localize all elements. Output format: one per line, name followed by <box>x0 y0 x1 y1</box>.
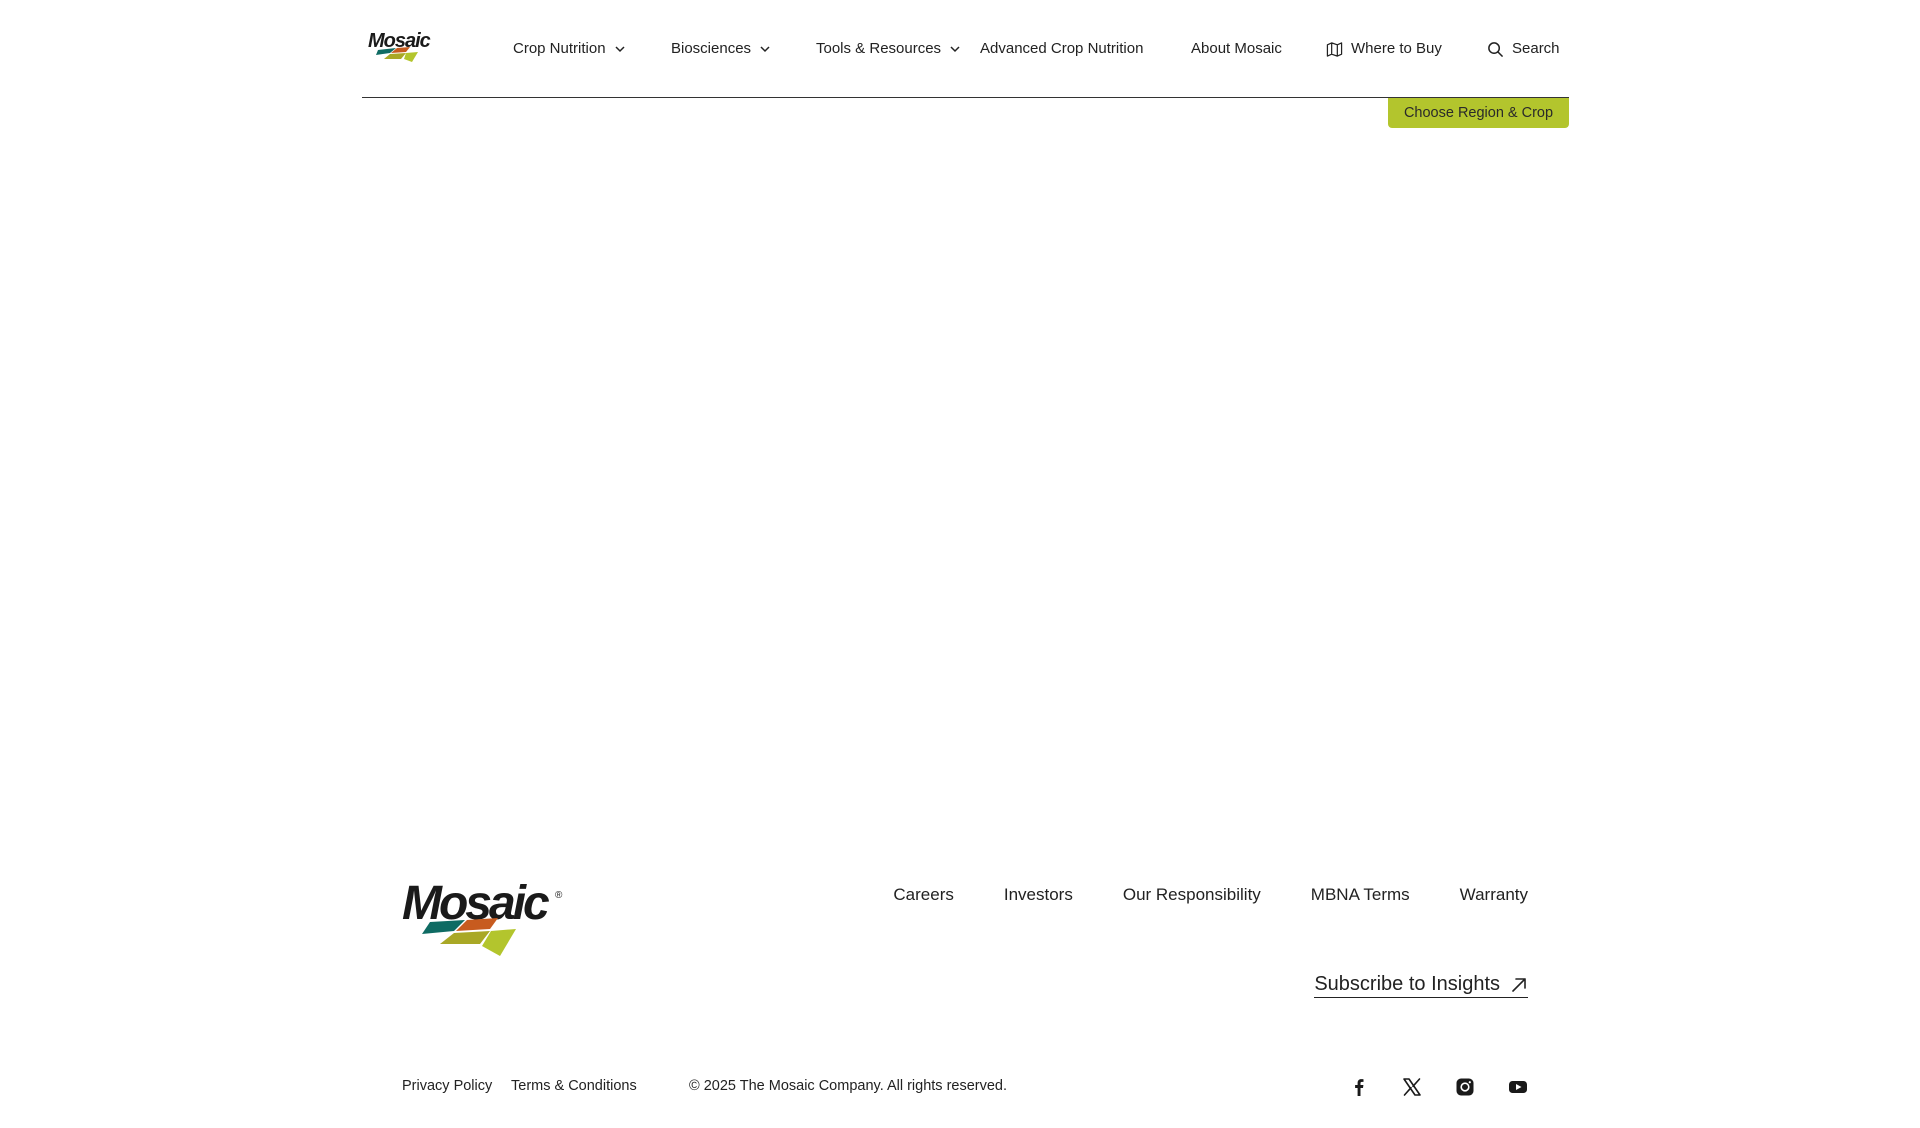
nav-search-label: Search <box>1512 40 1560 57</box>
main-nav: Crop Nutrition Biosciences Tools & Resou… <box>362 38 1569 60</box>
youtube-icon[interactable] <box>1508 1077 1528 1097</box>
registered-mark: ® <box>555 890 563 901</box>
nav-search[interactable]: Search <box>1487 38 1560 60</box>
nav-biosciences[interactable]: Biosciences <box>671 38 771 60</box>
subscribe-label: Subscribe to Insights <box>1314 973 1500 995</box>
nav-tools-resources-label: Tools & Resources <box>816 40 942 57</box>
choose-region-crop-button[interactable]: Choose Region & Crop <box>1388 98 1569 128</box>
nav-where-to-buy-label: Where to Buy <box>1351 40 1442 57</box>
nav-crop-nutrition-label: Crop Nutrition <box>513 40 606 57</box>
nav-advanced-crop-nutrition-label: Advanced Crop Nutrition <box>980 40 1144 57</box>
footer-logo[interactable]: Mosaic ® <box>402 880 572 960</box>
site-header: Mosaic Crop Nutrition Biosciences Tools … <box>362 0 1569 98</box>
nav-advanced-crop-nutrition[interactable]: Advanced Crop Nutrition <box>980 38 1143 60</box>
facebook-icon[interactable] <box>1349 1077 1369 1097</box>
x-icon[interactable] <box>1402 1077 1422 1097</box>
search-icon <box>1488 41 1503 57</box>
social-links <box>1349 1077 1528 1097</box>
copyright-text: © 2025 The Mosaic Company. All rights re… <box>689 1078 1008 1094</box>
nav-where-to-buy[interactable]: Where to Buy <box>1326 38 1442 60</box>
chevron-down-icon <box>615 46 625 53</box>
map-icon <box>1326 41 1343 57</box>
nav-tools-resources[interactable]: Tools & Resources <box>816 38 961 60</box>
footer-link-warranty[interactable]: Warranty <box>1460 885 1528 905</box>
nav-about-mosaic[interactable]: About Mosaic <box>1191 38 1282 60</box>
footer-link-our-responsibility[interactable]: Our Responsibility <box>1123 885 1261 905</box>
instagram-icon[interactable] <box>1455 1077 1475 1097</box>
footer-links: Careers Investors Our Responsibility MBN… <box>893 885 1528 905</box>
terms-conditions-link[interactable]: Terms & Conditions <box>511 1078 637 1094</box>
nav-about-mosaic-label: About Mosaic <box>1191 40 1282 57</box>
footer-link-mbna-terms[interactable]: MBNA Terms <box>1311 885 1410 905</box>
privacy-policy-link[interactable]: Privacy Policy <box>402 1078 492 1094</box>
page: Mosaic Crop Nutrition Biosciences Tools … <box>0 0 1920 1128</box>
chevron-down-icon <box>950 46 960 53</box>
footer-link-investors[interactable]: Investors <box>1004 885 1073 905</box>
nav-crop-nutrition[interactable]: Crop Nutrition <box>513 38 626 60</box>
nav-biosciences-label: Biosciences <box>671 40 752 57</box>
logo-tiles-icon <box>422 918 516 956</box>
footer-link-careers[interactable]: Careers <box>893 885 953 905</box>
chevron-down-icon <box>760 46 770 53</box>
arrow-up-right-icon <box>1512 977 1526 992</box>
subscribe-link[interactable]: Subscribe to Insights <box>1314 973 1528 998</box>
